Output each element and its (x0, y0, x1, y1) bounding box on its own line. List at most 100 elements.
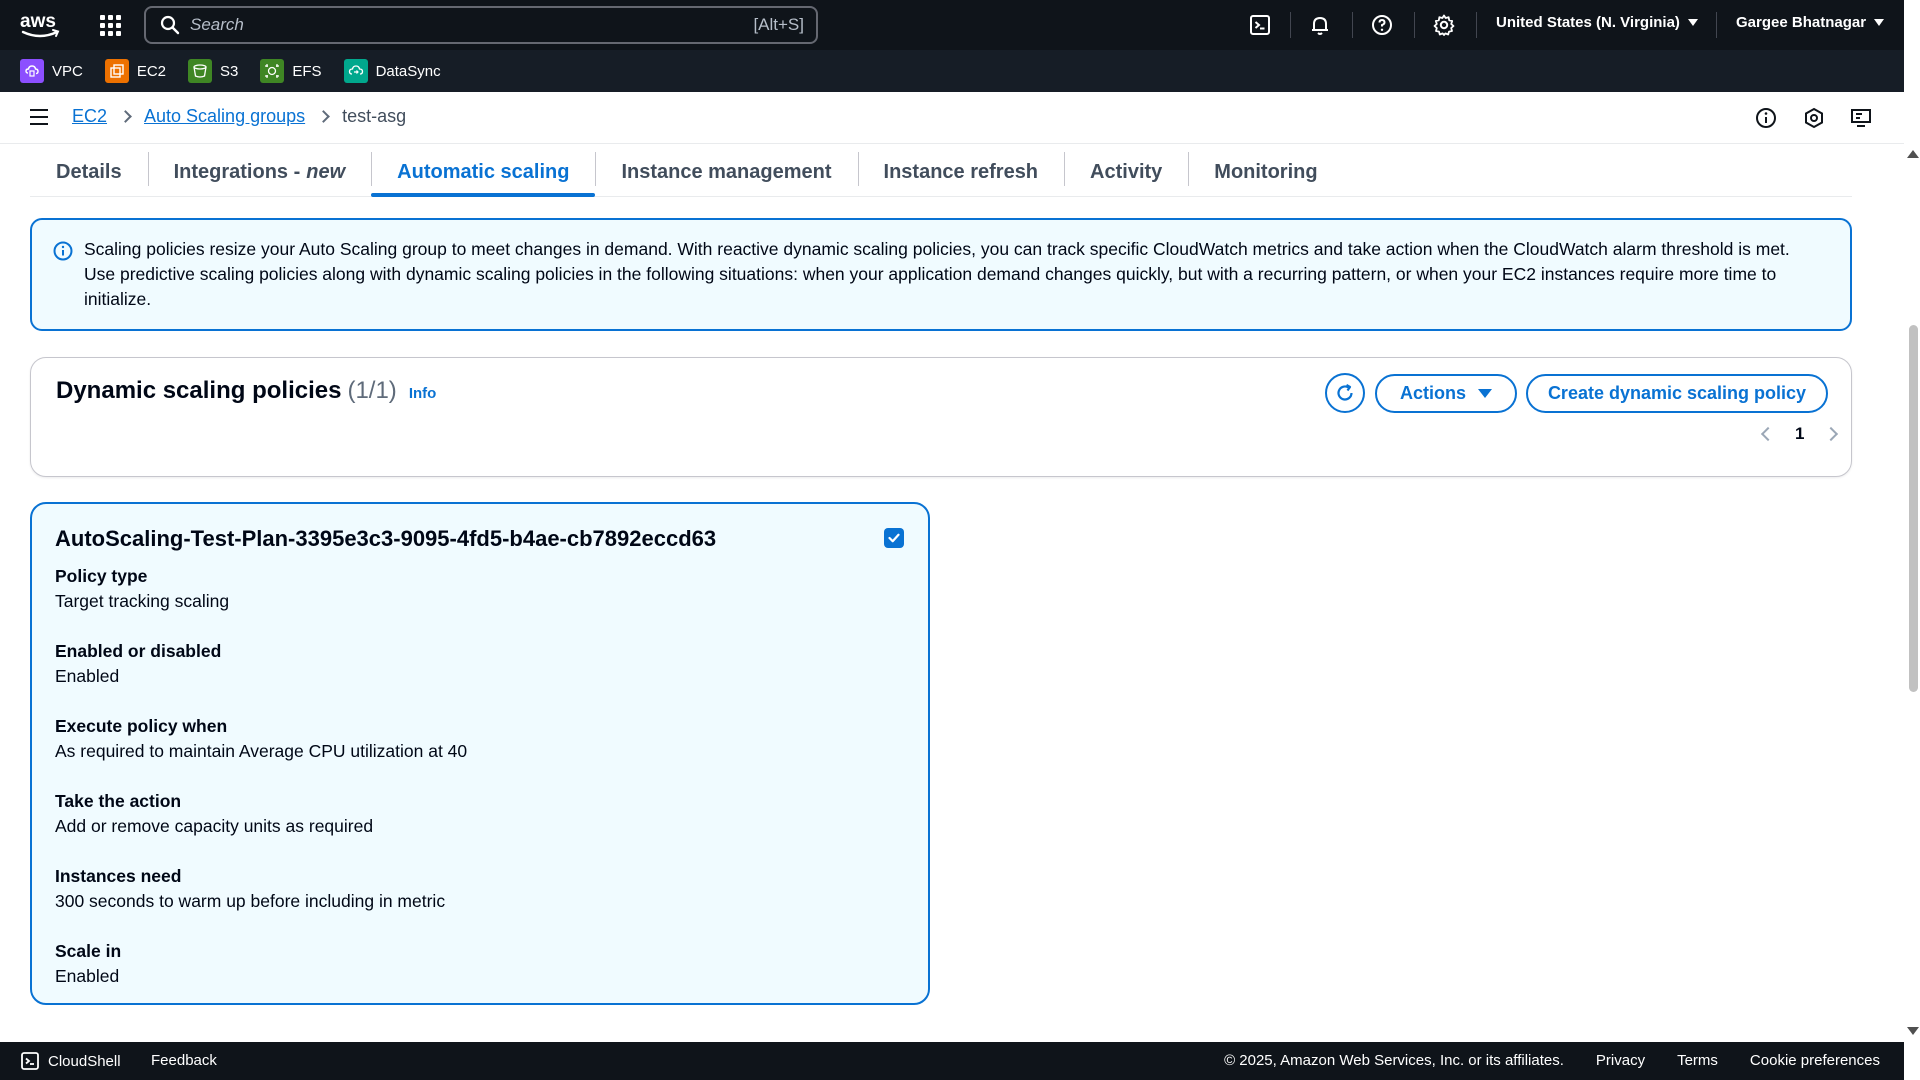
checkmark-icon (888, 533, 900, 543)
tab-monitoring[interactable]: Monitoring (1188, 148, 1343, 196)
datasync-icon (343, 59, 368, 83)
tab-label: Activity (1090, 160, 1163, 183)
favorite-efs[interactable]: EFS (260, 59, 322, 83)
cloudshell-footer-button[interactable]: CloudShell (20, 1051, 121, 1071)
search-input[interactable] (190, 15, 754, 35)
tab-label: Instance refresh (883, 160, 1039, 183)
favorite-label: VPC (52, 62, 83, 80)
breadcrumb-ec2-link[interactable]: EC2 (72, 106, 107, 127)
privacy-link[interactable]: Privacy (1596, 1052, 1645, 1069)
favorite-vpc[interactable]: VPC (20, 59, 83, 83)
search-bar[interactable]: [Alt+S] (144, 6, 818, 44)
tab-automatic-scaling[interactable]: Automatic scaling (371, 148, 596, 197)
panel-count: (1/1) (347, 377, 397, 404)
breadcrumb-current: test-asg (342, 106, 407, 126)
field-value: As required to maintain Average CPU util… (55, 741, 468, 761)
cloudshell-icon[interactable] (1248, 13, 1272, 37)
field-value: Enabled (55, 966, 120, 986)
notifications-bell-icon[interactable] (1308, 13, 1332, 37)
refresh-button[interactable] (1325, 373, 1365, 413)
field-label: Take the action (55, 791, 182, 811)
panel-title-text: Dynamic scaling policies (56, 377, 342, 404)
favorite-label: S3 (220, 62, 239, 80)
scroll-down-arrow-icon[interactable] (1907, 1027, 1919, 1035)
info-icon (53, 241, 73, 261)
favorite-label: EFS (292, 62, 322, 80)
favorite-label: EC2 (136, 62, 167, 80)
tab-activity[interactable]: Activity (1064, 148, 1188, 196)
tab-label: Monitoring (1214, 160, 1318, 183)
s3-bucket-icon (188, 59, 213, 83)
breadcrumb-auto-scaling-groups-link[interactable]: Auto Scaling groups (144, 106, 305, 127)
copyright-text: © 2025, Amazon Web Services, Inc. or its… (1224, 1052, 1564, 1069)
top-navigation: aws [Alt+S] United States (N. Virginia (0, 0, 1904, 50)
policy-card[interactable]: AutoScaling-Test-Plan-3395e3c3-9095-4fd5… (30, 502, 930, 1005)
tab-integrations[interactable]: Integrations - new (147, 148, 372, 196)
aws-logo[interactable]: aws (20, 10, 62, 40)
info-panel-icon[interactable] (1754, 106, 1778, 130)
take-action-field: Take the action Add or remove capacity u… (55, 789, 467, 864)
user-name: Gargee Bhatnagar (1736, 14, 1867, 31)
help-icon[interactable] (1370, 13, 1394, 37)
next-page-icon[interactable] (1824, 426, 1839, 442)
caret-down-icon (1478, 389, 1492, 398)
services-grid-icon[interactable] (98, 13, 122, 37)
favorite-s3[interactable]: S3 (188, 59, 238, 83)
scroll-up-arrow-icon[interactable] (1907, 150, 1919, 158)
search-icon (160, 15, 180, 35)
efs-file-system-icon (260, 59, 285, 83)
refresh-icon (1337, 384, 1353, 401)
page-number[interactable]: 1 (1795, 424, 1804, 444)
vpc-service-icon (20, 59, 44, 83)
feedback-link[interactable]: Feedback (151, 1052, 217, 1069)
info-link[interactable]: Info (409, 385, 437, 402)
tab-list: Details Integrations - new Automatic sca… (30, 148, 1852, 197)
ec2-service-icon (104, 59, 129, 83)
dynamic-scaling-policies-panel: Dynamic scaling policies (1/1) Info Acti… (30, 357, 1852, 477)
favorite-label: DataSync (375, 62, 441, 80)
display-settings-icon[interactable] (1849, 106, 1873, 130)
create-dynamic-scaling-policy-button[interactable]: Create dynamic scaling policy (1526, 374, 1828, 413)
enabled-field: Enabled or disabled Enabled (55, 639, 467, 714)
footer-links: © 2025, Amazon Web Services, Inc. or its… (1224, 1052, 1880, 1069)
tab-instance-refresh[interactable]: Instance refresh (857, 148, 1065, 196)
policy-type-field: Policy type Target tracking scaling (55, 564, 467, 639)
tab-instance-management[interactable]: Instance management (595, 148, 857, 196)
field-value: Enabled (55, 666, 120, 686)
field-label: Instances need (55, 866, 182, 886)
account-menu[interactable]: Gargee Bhatnagar (1736, 14, 1885, 31)
favorite-ec2[interactable]: EC2 (104, 59, 167, 83)
field-label: Enabled or disabled (55, 641, 222, 661)
tab-label: Details (56, 160, 122, 183)
menu-hamburger-icon[interactable] (30, 109, 48, 125)
actions-dropdown-button[interactable]: Actions (1375, 374, 1517, 413)
policy-details: Policy type Target tracking scaling Enab… (55, 564, 467, 1014)
page-scrollbar[interactable] (1904, 0, 1920, 1080)
tab-new-badge: new (306, 160, 346, 183)
info-alert: Scaling policies resize your Auto Scalin… (30, 218, 1852, 331)
cloudshell-icon (21, 1052, 39, 1070)
scale-in-field: Scale in Enabled (55, 939, 467, 1014)
search-shortcut: [Alt+S] (753, 15, 804, 34)
policy-name: AutoScaling-Test-Plan-3395e3c3-9095-4fd5… (55, 526, 717, 551)
cookie-preferences-link[interactable]: Cookie preferences (1750, 1052, 1880, 1069)
tab-details[interactable]: Details (30, 148, 148, 196)
breadcrumb: EC2 Auto Scaling groups test-asg (72, 106, 406, 127)
tab-label: Automatic scaling (397, 160, 570, 183)
tab-label: Instance management (621, 160, 832, 183)
field-label: Execute policy when (55, 716, 228, 736)
security-shield-icon[interactable] (1802, 106, 1826, 130)
region-selector[interactable]: United States (N. Virginia) (1496, 14, 1698, 31)
previous-page-icon[interactable] (1760, 426, 1776, 442)
caret-down-icon (1687, 19, 1698, 26)
terms-link[interactable]: Terms (1677, 1052, 1718, 1069)
settings-gear-icon[interactable] (1432, 13, 1456, 37)
policy-select-checkbox[interactable] (884, 528, 904, 548)
chevron-right-icon (317, 110, 330, 123)
region-label: United States (N. Virginia) (1496, 14, 1680, 31)
scrollbar-thumb[interactable] (1909, 325, 1918, 692)
favorite-datasync[interactable]: DataSync (343, 59, 441, 83)
alert-text: Scaling policies resize your Auto Scalin… (84, 239, 1790, 309)
field-label: Scale in (55, 941, 122, 961)
instances-need-field: Instances need 300 seconds to warm up be… (55, 864, 467, 939)
